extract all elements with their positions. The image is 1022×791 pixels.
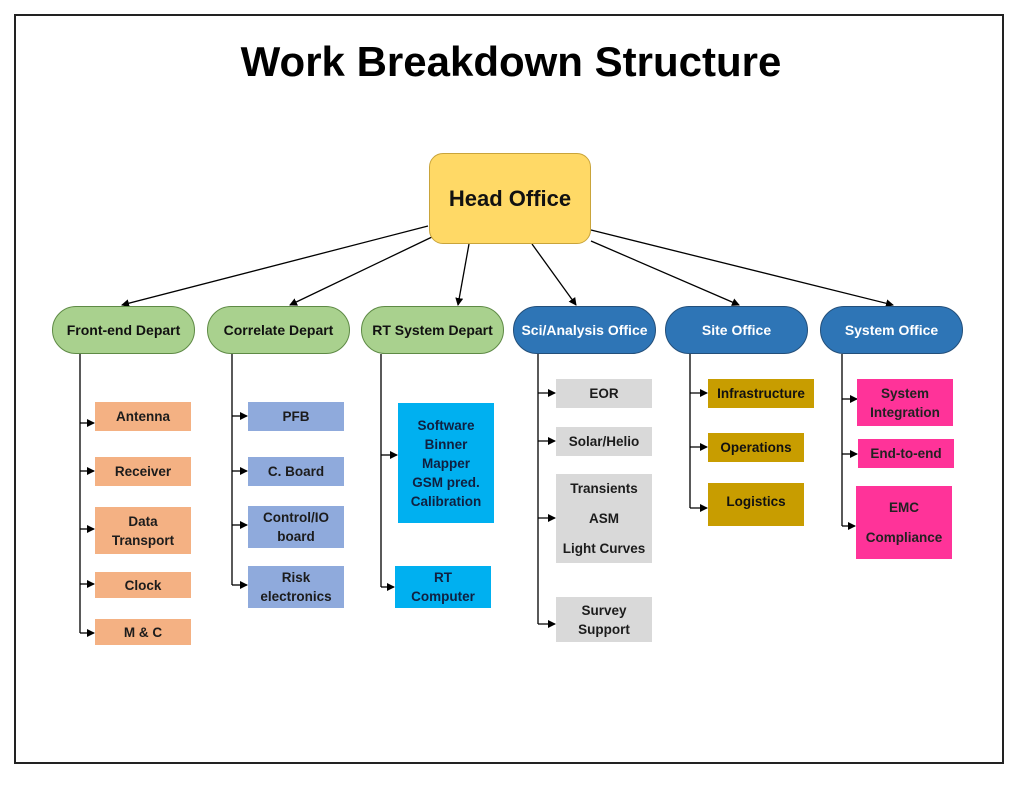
connector-root-frontend bbox=[121, 225, 429, 308]
connector-root-rtsystem bbox=[455, 243, 470, 306]
node-infrastructure[interactable]: Infrastructure bbox=[708, 379, 814, 408]
eor-line: EOR bbox=[589, 386, 619, 401]
asm-line: ASM bbox=[589, 510, 619, 526]
node-emc-compliance[interactable]: EMC Compliance bbox=[856, 486, 952, 559]
software-line: Software bbox=[417, 417, 475, 433]
computer-line: Computer bbox=[411, 589, 475, 604]
support-line: Support bbox=[578, 621, 630, 637]
node-solar-helio[interactable]: Solar/Helio bbox=[556, 427, 652, 456]
node-rt-computer[interactable]: RT Computer bbox=[395, 566, 491, 608]
node-sci-analysis-office[interactable]: Sci/Analysis Office bbox=[513, 306, 656, 354]
node-end-to-end[interactable]: End-to-end bbox=[858, 439, 954, 468]
rt-line: RT bbox=[434, 570, 452, 585]
transients-line: Transients bbox=[570, 480, 638, 496]
node-pfb[interactable]: PFB bbox=[248, 402, 344, 431]
node-data-transport[interactable]: Data Transport bbox=[95, 507, 191, 554]
solar-helio-line: Solar/Helio bbox=[568, 434, 640, 449]
node-survey-support[interactable]: Survey Support bbox=[556, 597, 652, 642]
node-operations[interactable]: Operations bbox=[708, 433, 804, 462]
connector-root-site bbox=[590, 240, 740, 306]
node-clock[interactable]: Clock bbox=[95, 572, 191, 598]
connector-root-system bbox=[590, 229, 894, 308]
node-logistics[interactable]: Logistics bbox=[708, 483, 804, 526]
integration-line: Integration bbox=[870, 404, 940, 420]
connector-root-correlate bbox=[289, 236, 433, 306]
end-to-end-line: End-to-end bbox=[870, 446, 942, 461]
node-front-end-depart[interactable]: Front-end Depart bbox=[52, 306, 195, 354]
system-line: System bbox=[880, 385, 930, 401]
calibration-line: Calibration bbox=[410, 493, 482, 509]
survey-line: Survey bbox=[581, 602, 627, 618]
node-correlate-depart[interactable]: Correlate Depart bbox=[207, 306, 350, 354]
binner-line: Binner bbox=[424, 436, 468, 452]
node-site-office[interactable]: Site Office bbox=[665, 306, 808, 354]
node-eor[interactable]: EOR bbox=[556, 379, 652, 408]
light-curves-line: Light Curves bbox=[562, 540, 646, 556]
node-head-office[interactable]: Head Office bbox=[429, 153, 591, 244]
node-control-io-board[interactable]: Control/IO board bbox=[248, 506, 344, 548]
connector-root-sci bbox=[531, 243, 577, 306]
node-m-and-c[interactable]: M & C bbox=[95, 619, 191, 645]
compliance-line: Compliance bbox=[865, 529, 943, 545]
node-system-office[interactable]: System Office bbox=[820, 306, 963, 354]
node-rt-system-depart[interactable]: RT System Depart bbox=[361, 306, 504, 354]
gsm-pred-line: GSM pred. bbox=[412, 474, 480, 490]
emc-line: EMC bbox=[889, 499, 919, 515]
node-antenna[interactable]: Antenna bbox=[95, 402, 191, 431]
node-software-group[interactable]: Software Binner Mapper GSM pred. Calibra… bbox=[398, 403, 494, 523]
mapper-line: Mapper bbox=[421, 455, 470, 471]
node-c-board[interactable]: C. Board bbox=[248, 457, 344, 486]
node-system-integration[interactable]: System Integration bbox=[857, 379, 953, 426]
node-receiver[interactable]: Receiver bbox=[95, 457, 191, 486]
node-risk-electronics[interactable]: Risk electronics bbox=[248, 566, 344, 608]
node-transients-group[interactable]: Transients ASM Light Curves bbox=[556, 474, 652, 563]
